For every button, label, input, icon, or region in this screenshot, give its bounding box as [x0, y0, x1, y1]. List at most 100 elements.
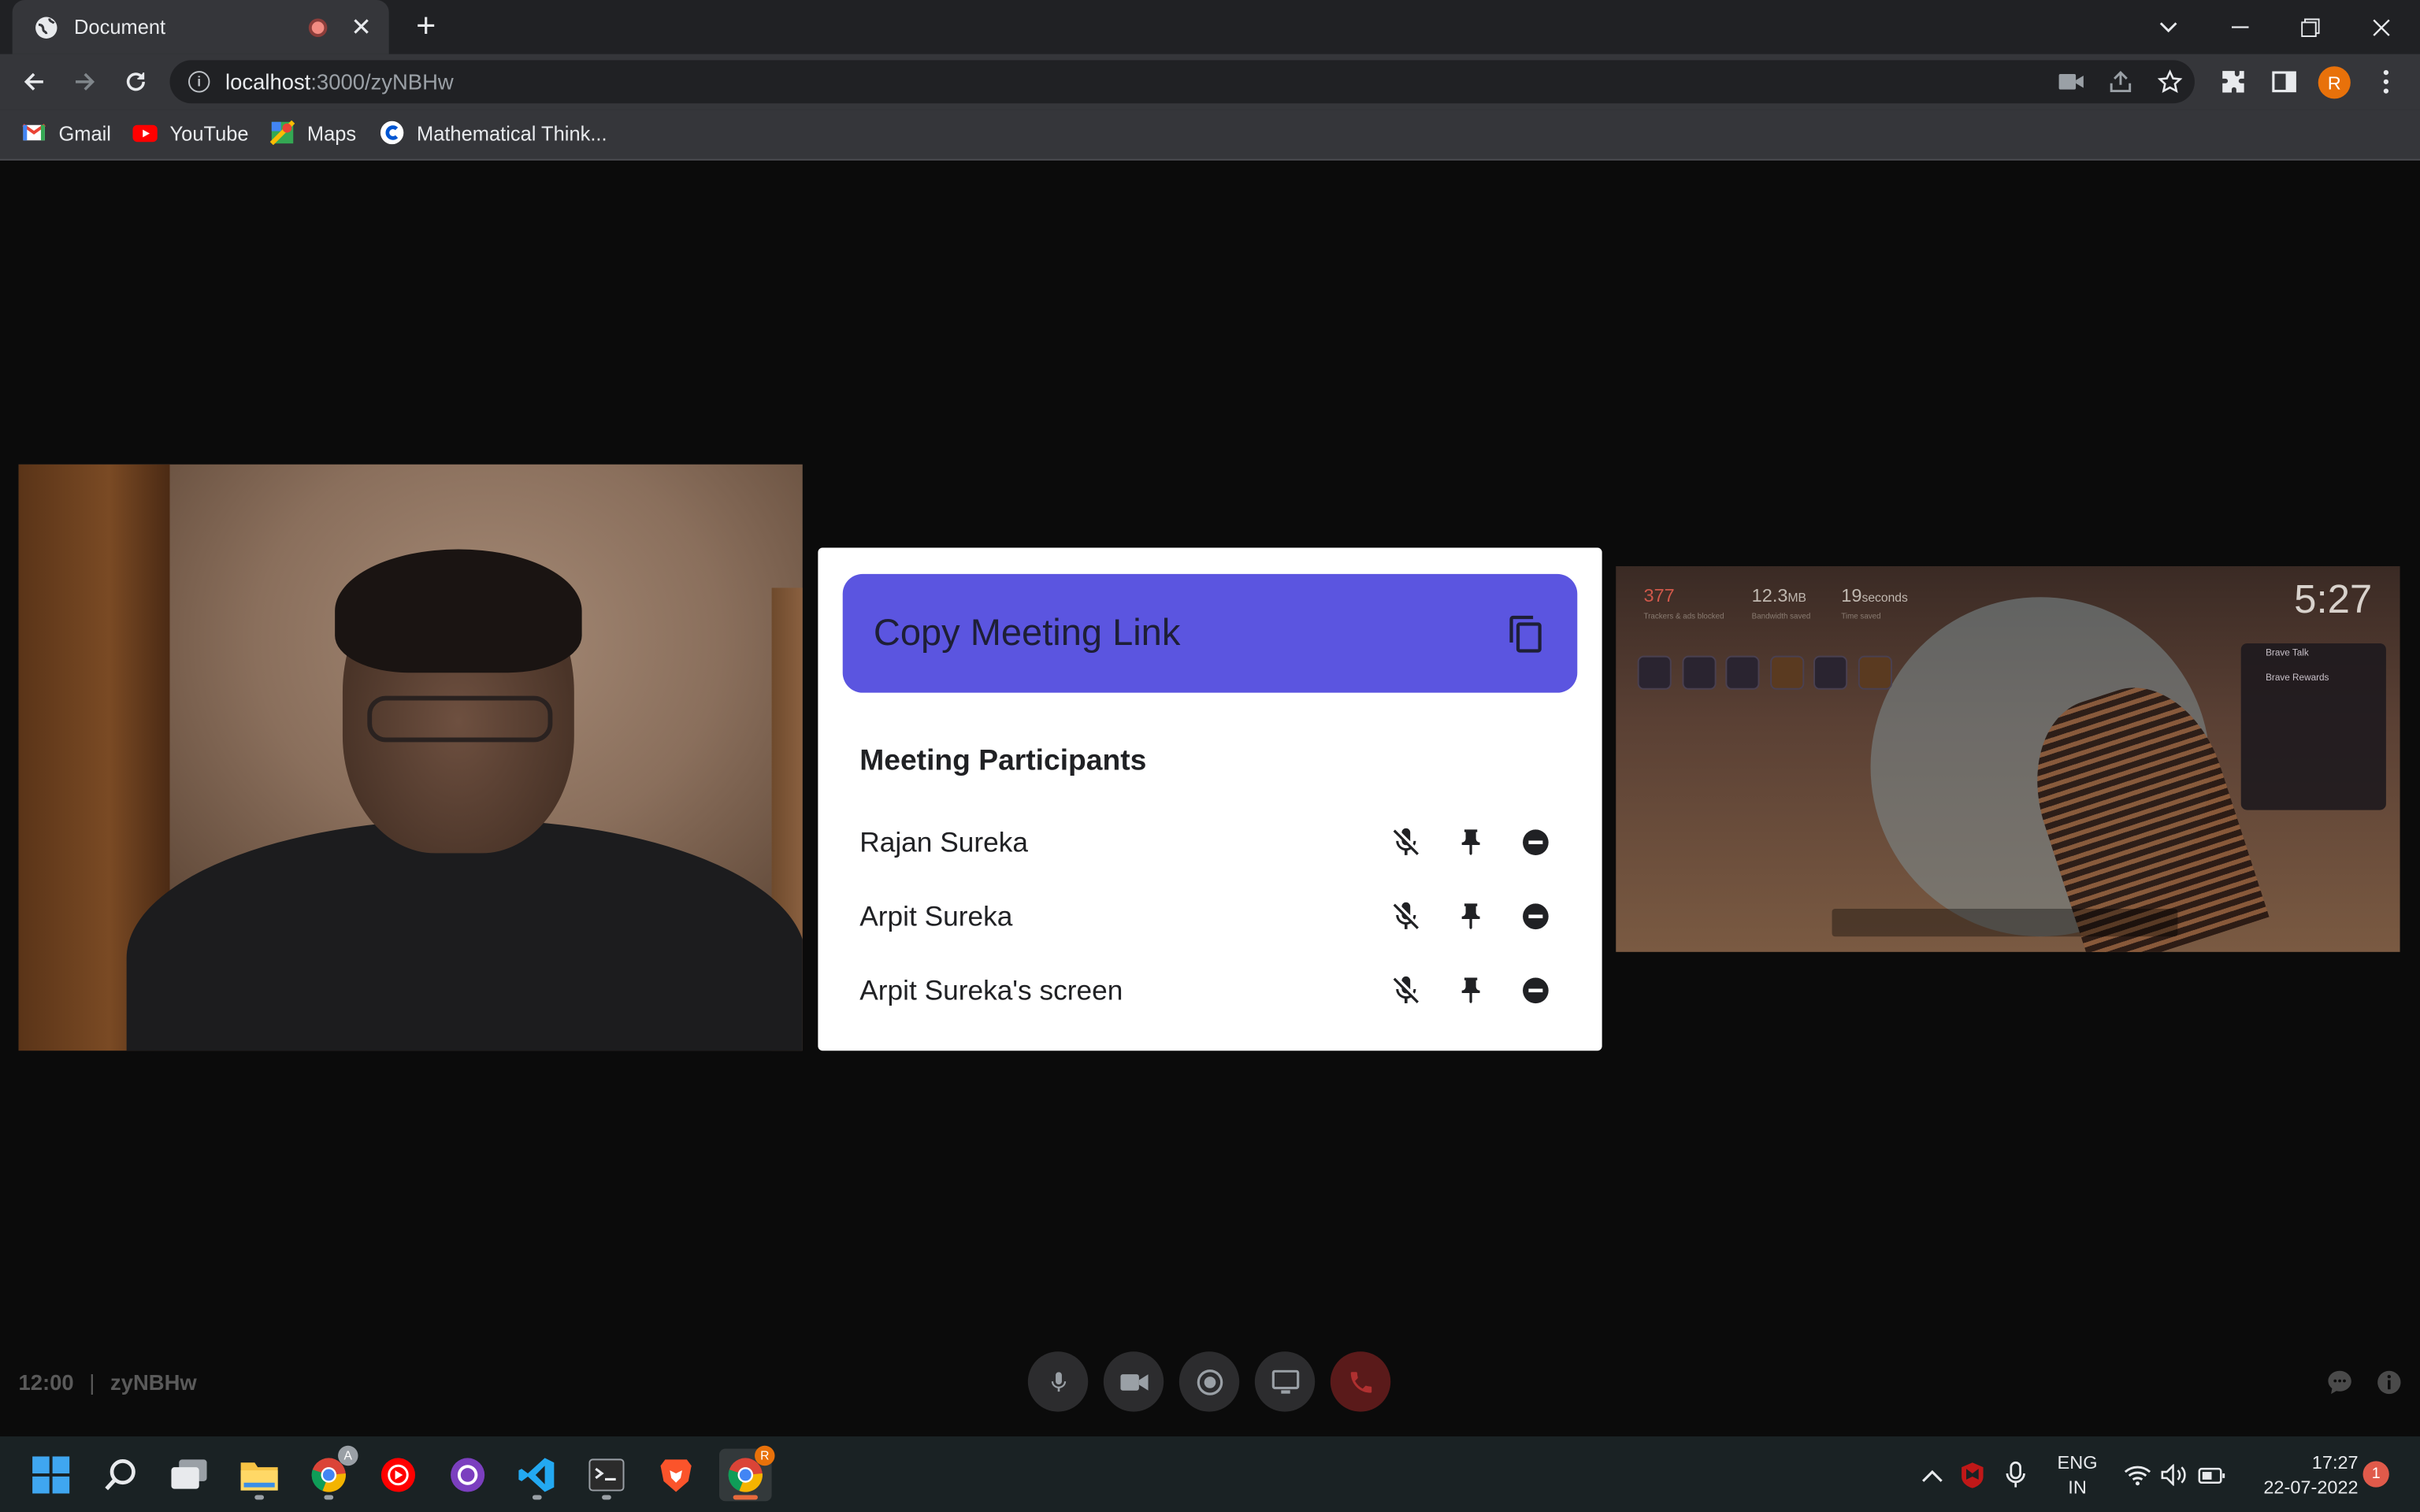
- info-icon[interactable]: [2374, 1367, 2404, 1398]
- monitor-icon: [1271, 1369, 1299, 1393]
- minimize-button[interactable]: [2204, 0, 2275, 54]
- tray-wifi[interactable]: [2121, 1449, 2155, 1502]
- taskbar-vscode[interactable]: [510, 1449, 563, 1502]
- bookmark-star-icon[interactable]: [2155, 66, 2185, 97]
- shared-card-sub: Brave Rewards: [2266, 674, 2329, 684]
- notification-count-badge[interactable]: 1: [2362, 1461, 2389, 1488]
- taskbar-clock[interactable]: 17:27 22-07-2022: [2235, 1451, 2359, 1500]
- tab-document[interactable]: Document ✕: [12, 0, 389, 54]
- participant-name: Rajan Sureka: [859, 826, 1028, 858]
- reload-button[interactable]: [114, 60, 158, 103]
- window-close-button[interactable]: [2346, 0, 2417, 54]
- back-button[interactable]: [13, 60, 56, 103]
- stat-value: 12.3: [1751, 584, 1788, 606]
- taskbar-brave[interactable]: [650, 1449, 703, 1502]
- taskbar-search-button[interactable]: [95, 1449, 147, 1502]
- bookmark-youtube[interactable]: YouTube: [132, 120, 249, 145]
- taskbar-chrome-profile-r[interactable]: R: [718, 1445, 775, 1502]
- start-button[interactable]: [24, 1449, 77, 1502]
- local-video-tile[interactable]: [18, 464, 803, 1051]
- meeting-time: 12:00: [18, 1369, 74, 1395]
- browser-menu-icon[interactable]: [2370, 66, 2401, 97]
- bookmark-gmail[interactable]: Gmail: [21, 120, 111, 145]
- extensions-icon[interactable]: [2218, 66, 2248, 97]
- copy-icon: [1509, 614, 1542, 652]
- remove-participant-icon[interactable]: [1514, 969, 1557, 1012]
- remove-participant-icon[interactable]: [1514, 895, 1557, 938]
- camera-toggle-button[interactable]: [1103, 1351, 1164, 1412]
- clock-time: 17:27: [2311, 1451, 2359, 1474]
- chevron-up-icon: [1922, 1469, 1943, 1481]
- url-path: :3000/zyNBHw: [310, 69, 454, 94]
- mic-icon: [1050, 1371, 1066, 1392]
- bookmark-label: Maps: [306, 120, 357, 145]
- shared-shortcut-tile: [1725, 655, 1760, 690]
- bookmark-maps[interactable]: Maps: [269, 120, 357, 146]
- copy-meeting-link-label: Copy Meeting Link: [873, 611, 1181, 654]
- copy-meeting-link-button[interactable]: Copy Meeting Link: [842, 573, 1578, 693]
- tray-mcafee[interactable]: [1954, 1449, 1991, 1502]
- screen-share-tile[interactable]: 377 Trackers & ads blocked 12.3MB Bandwi…: [1616, 566, 2400, 952]
- participant-video-figure: [335, 549, 582, 673]
- profile-badge: R: [755, 1445, 775, 1466]
- new-tab-button[interactable]: +: [407, 9, 444, 43]
- url-host: localhost: [225, 69, 311, 94]
- tray-battery[interactable]: [2195, 1449, 2229, 1502]
- microphone-in-use-icon: [2006, 1461, 2025, 1488]
- address-bar[interactable]: i localhost:3000/zyNBHw: [169, 60, 2195, 104]
- side-panel-icon[interactable]: [2269, 66, 2299, 97]
- taskbar-terminal[interactable]: [581, 1449, 633, 1502]
- phone-hangup-icon: [1349, 1371, 1371, 1392]
- bookmark-coursera[interactable]: Mathematical Think...: [380, 120, 607, 145]
- site-info-icon[interactable]: i: [188, 71, 210, 93]
- tray-volume[interactable]: [2158, 1449, 2192, 1502]
- chat-icon[interactable]: [2325, 1367, 2355, 1398]
- bookmarks-bar: Gmail YouTube Maps Mathematical Think...: [0, 109, 2420, 161]
- folder-icon: [240, 1462, 278, 1491]
- terminal-icon: [588, 1458, 625, 1492]
- forward-button[interactable]: [63, 60, 106, 103]
- mic-off-icon[interactable]: [1384, 969, 1427, 1012]
- tray-microphone[interactable]: [1997, 1449, 2034, 1502]
- share-icon[interactable]: [2105, 66, 2136, 97]
- show-hidden-icons-button[interactable]: [1913, 1449, 1950, 1502]
- pin-icon[interactable]: [1449, 821, 1493, 864]
- mic-toggle-button[interactable]: [1027, 1351, 1089, 1412]
- meeting-info-separator: |: [89, 1369, 95, 1395]
- profile-avatar[interactable]: R: [2318, 66, 2351, 99]
- screen-share-button[interactable]: [1254, 1351, 1316, 1412]
- shared-stat-trackers: 377: [1643, 584, 1675, 606]
- mic-off-icon[interactable]: [1384, 821, 1427, 864]
- tab-search-chevron-icon[interactable]: [2133, 0, 2204, 54]
- browser-toolbar: i localhost:3000/zyNBHw R: [0, 54, 2420, 110]
- remove-participant-icon[interactable]: [1514, 821, 1557, 864]
- taskbar-chrome-profile-a[interactable]: A: [302, 1445, 358, 1502]
- youtube-icon: [132, 124, 158, 143]
- gmail-icon: [22, 124, 46, 141]
- record-button[interactable]: [1178, 1351, 1240, 1412]
- vscode-icon: [518, 1458, 555, 1492]
- camera-in-use-icon[interactable]: [2056, 66, 2087, 97]
- input-language-indicator[interactable]: ENG IN: [2047, 1451, 2108, 1500]
- clock-date: 22-07-2022: [2263, 1476, 2359, 1499]
- end-call-button[interactable]: [1330, 1351, 1391, 1412]
- shared-search-bar: [1832, 908, 2178, 937]
- taskbar-youtube-music[interactable]: [372, 1449, 425, 1502]
- tab-title: Document: [74, 15, 166, 39]
- restore-button[interactable]: [2275, 0, 2346, 54]
- pin-icon[interactable]: [1449, 969, 1493, 1012]
- participant-name: Arpit Sureka: [859, 900, 1013, 932]
- brave-lion-icon: [660, 1459, 692, 1492]
- youtube-music-icon: [380, 1458, 416, 1492]
- running-indicator: [532, 1495, 542, 1500]
- task-view-icon: [171, 1459, 207, 1489]
- taskbar-file-explorer[interactable]: [233, 1449, 286, 1502]
- globe-icon: [35, 16, 58, 39]
- participant-video-figure: [367, 695, 553, 743]
- task-view-button[interactable]: [164, 1449, 217, 1502]
- mic-off-icon[interactable]: [1384, 895, 1427, 938]
- tab-close-icon[interactable]: ✕: [349, 12, 373, 43]
- pin-icon[interactable]: [1449, 895, 1493, 938]
- wifi-icon: [2124, 1466, 2151, 1486]
- taskbar-github-desktop[interactable]: [441, 1449, 494, 1502]
